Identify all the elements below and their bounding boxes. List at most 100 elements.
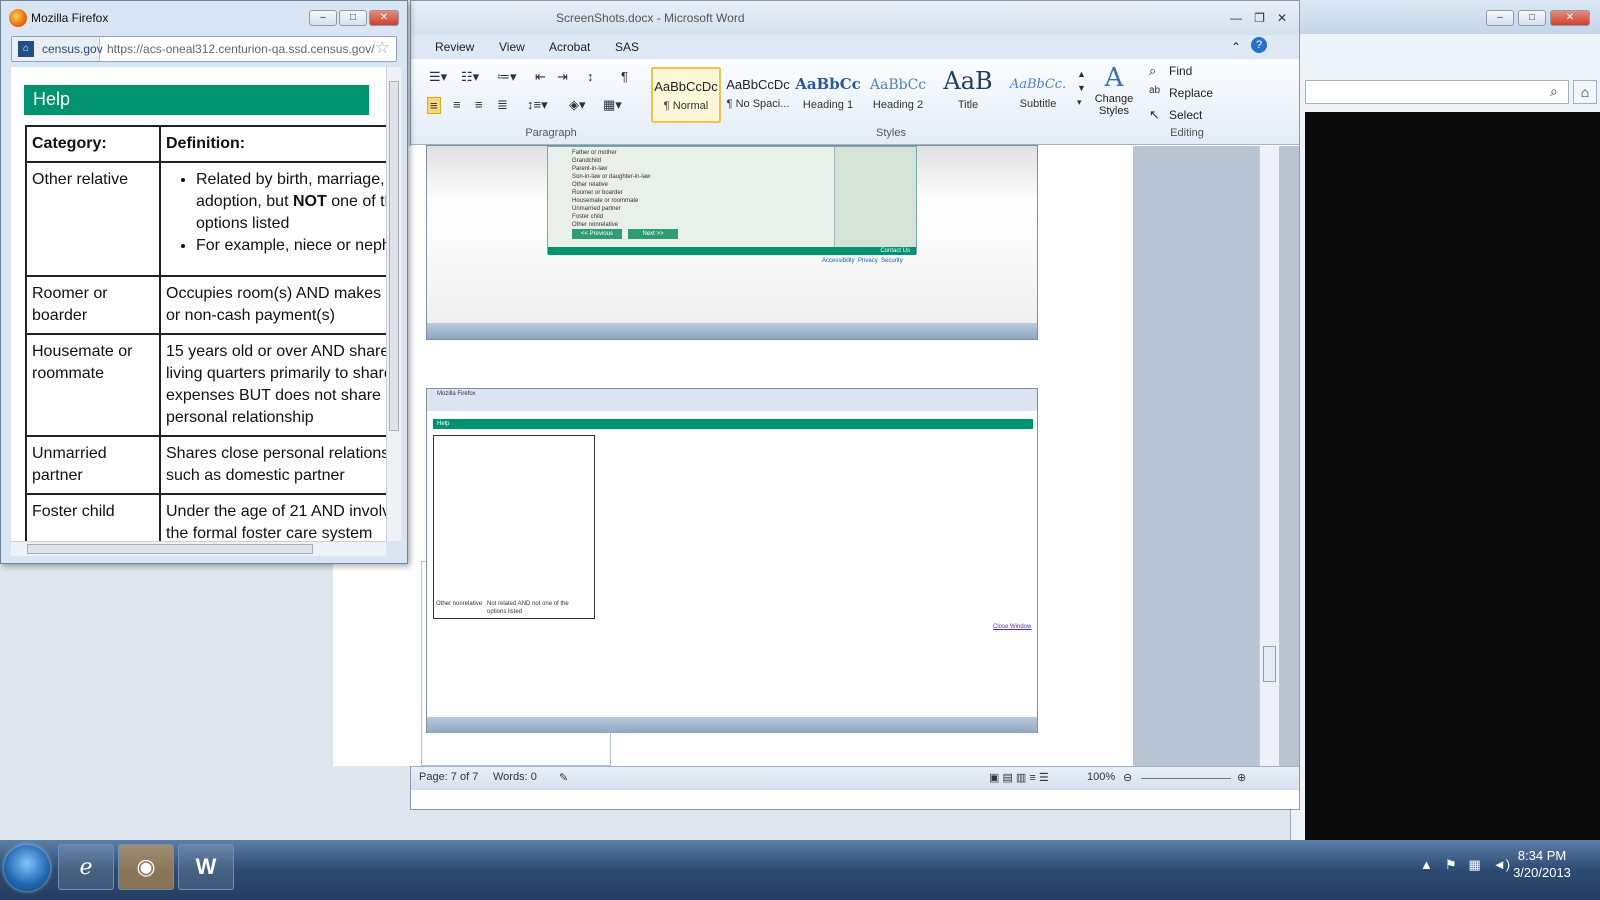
cursor-icon: ↖ — [1149, 107, 1160, 122]
style-normal[interactable]: AaBbCcDc ¶ Normal — [651, 67, 721, 123]
help-icon[interactable]: ? — [1251, 37, 1267, 53]
tab-view[interactable]: View — [499, 40, 525, 54]
word-window-title: ScreenShots.docx - Microsoft Word — [556, 11, 745, 25]
url-text[interactable]: https://acs-oneal312.centurion-qa.ssd.ce… — [107, 42, 375, 56]
style-preview: AaB — [943, 67, 993, 95]
restore-button[interactable]: ❐ — [1254, 11, 1265, 25]
minimize-button[interactable]: – — [309, 10, 337, 26]
scroll-thumb[interactable] — [1263, 646, 1276, 682]
multilevel-list-icon[interactable]: ≔▾ — [497, 69, 517, 85]
category-cell: Other relative — [25, 161, 161, 277]
line-spacing-icon[interactable]: ↕≡▾ — [527, 97, 548, 113]
category-cell: Housemate or roommate — [25, 333, 161, 437]
maximize-button[interactable]: □ — [1518, 10, 1546, 26]
site-identity-button[interactable]: ⌂ census.gov — [12, 37, 103, 61]
style-name: Title — [957, 99, 979, 111]
borders-icon[interactable]: ▦▾ — [603, 97, 622, 113]
numbering-icon[interactable]: ☷▾ — [461, 69, 479, 85]
firefox-url-bar[interactable]: ⌂ census.gov https://acs-oneal312.centur… — [11, 36, 397, 62]
style-name: Subtitle — [1019, 98, 1057, 110]
ribbon-collapse-icon[interactable]: ⌃ — [1231, 40, 1241, 54]
word-taskbar-icon[interactable]: W — [178, 844, 234, 890]
definition-bullet: Related by birth, marriage, or adoption,… — [196, 169, 386, 235]
thumb-last-cat: Other nonrelative — [436, 601, 483, 607]
minimize-button[interactable]: — — [1230, 11, 1242, 25]
table-row: Roomer or boarder Occupies room(s) AND m… — [25, 275, 386, 335]
sort-icon[interactable]: ↕ — [587, 69, 594, 84]
replace-button[interactable]: Replace — [1169, 86, 1213, 100]
styles-scroll-icon[interactable]: ▲ ▼ ▾ — [1077, 67, 1086, 109]
table-row: Foster child Under the age of 21 AND inv… — [25, 493, 386, 541]
word-count[interactable]: Words: 0 — [493, 771, 537, 783]
zoom-slider[interactable] — [1141, 778, 1231, 779]
shading-icon[interactable]: ◈▾ — [569, 97, 586, 113]
change-styles-button[interactable]: A Change Styles — [1091, 63, 1137, 117]
site-domain: census.gov — [42, 42, 103, 56]
scroll-thumb[interactable] — [27, 544, 313, 554]
decrease-indent-icon[interactable]: ⇤ — [535, 69, 546, 85]
thumb-option: Unmarried partner — [572, 206, 621, 212]
firefox-horizontal-scrollbar[interactable] — [11, 541, 386, 556]
search-icon[interactable]: ⌕ — [1550, 83, 1558, 100]
firefox-window-buttons: – □ ✕ — [309, 10, 399, 26]
bullets-icon[interactable]: ☰▾ — [429, 69, 447, 85]
proofing-icon[interactable]: ✎ — [559, 771, 568, 784]
style-no-spacing[interactable]: AaBbCcDc ¶ No Spaci... — [723, 67, 793, 123]
zoom-level[interactable]: 100% — [1087, 771, 1115, 783]
scroll-thumb[interactable] — [389, 81, 399, 431]
internet-explorer-icon[interactable]: ℯ — [58, 844, 114, 890]
firefox-page-content: Help Category: Definition: Other relativ… — [11, 67, 386, 541]
style-preview: AaBbCcDc — [726, 77, 790, 92]
clock-date[interactable]: 3/20/2013 — [1502, 865, 1582, 880]
network-icon[interactable]: ▦ — [1469, 857, 1481, 873]
firefox-taskbar-icon[interactable]: ◉ — [118, 844, 174, 890]
show-hidden-icons-icon[interactable]: ▲ — [1420, 857, 1433, 873]
status-bar: Page: 7 of 7 Words: 0 ✎ ▣ ▤ ▥ ≡ ☰ 100% ⊖… — [411, 766, 1299, 790]
maximize-button[interactable]: □ — [339, 10, 367, 26]
increase-indent-icon[interactable]: ⇥ — [557, 69, 568, 85]
thumb-option: Other relative — [572, 182, 609, 188]
style-heading-1[interactable]: AaBbCc Heading 1 — [793, 67, 863, 123]
zoom-out-icon[interactable]: ⊖ — [1123, 771, 1132, 784]
firefox-vertical-scrollbar[interactable] — [386, 67, 401, 541]
style-preview: AaBbCcDc — [654, 79, 718, 94]
zoom-in-icon[interactable]: ⊕ — [1237, 771, 1246, 784]
vertical-scrollbar[interactable] — [1259, 146, 1279, 766]
tab-sas[interactable]: SAS — [615, 40, 639, 54]
thumb-previous-button: << Previous — [572, 229, 622, 239]
style-title[interactable]: AaB Title — [933, 67, 1003, 123]
align-left-icon[interactable]: ≡ — [427, 97, 441, 114]
thumb-close-window-link: Close Window — [993, 624, 1032, 630]
show-formatting-icon[interactable]: ¶ — [621, 69, 628, 84]
system-tray: ▲ ⚑ ▦ ◄) — [1420, 857, 1510, 873]
tab-acrobat[interactable]: Acrobat — [549, 40, 590, 54]
view-buttons-icon[interactable]: ▣ ▤ ▥ ≡ ☰ — [989, 771, 1049, 784]
style-subtitle[interactable]: AaBbCc. Subtitle — [1003, 67, 1073, 123]
column-header: Category: — [25, 125, 161, 163]
justify-icon[interactable]: ≣ — [497, 97, 508, 113]
close-button[interactable]: ✕ — [1550, 10, 1590, 26]
start-button[interactable] — [4, 845, 50, 891]
minimize-button[interactable]: – — [1486, 10, 1514, 26]
find-button[interactable]: Find — [1169, 64, 1192, 78]
page-count[interactable]: Page: 7 of 7 — [419, 771, 478, 783]
style-heading-2[interactable]: AaBbCc Heading 2 — [863, 67, 933, 123]
clock-time[interactable]: 8:34 PM — [1502, 848, 1582, 863]
home-icon[interactable]: ⌂ — [1573, 80, 1597, 104]
select-button[interactable]: Select — [1169, 108, 1202, 122]
align-right-icon[interactable]: ≡ — [475, 97, 483, 112]
close-button[interactable]: ✕ — [1277, 11, 1287, 25]
background-address-bar[interactable]: ⌕ — [1305, 80, 1569, 104]
ribbon-tabs: Review View Acrobat SAS ⌃ ? — [411, 35, 1299, 59]
style-preview: AaBbCc — [869, 77, 927, 93]
bookmark-star-icon[interactable]: ☆ — [375, 38, 390, 58]
align-center-icon[interactable]: ≡ — [453, 97, 461, 112]
tab-review[interactable]: Review — [435, 40, 474, 54]
style-name: ¶ Normal — [663, 100, 709, 112]
close-button[interactable]: ✕ — [369, 10, 399, 26]
word-titlebar: ScreenShots.docx - Microsoft Word — ❐ ✕ — [411, 1, 1299, 35]
firefox-window-title: Mozilla Firefox — [31, 11, 109, 25]
thumb-options: Father or mother Grandchild Parent-in-la… — [572, 149, 650, 229]
action-center-flag-icon[interactable]: ⚑ — [1445, 857, 1457, 873]
replace-icon: ab — [1149, 85, 1161, 96]
